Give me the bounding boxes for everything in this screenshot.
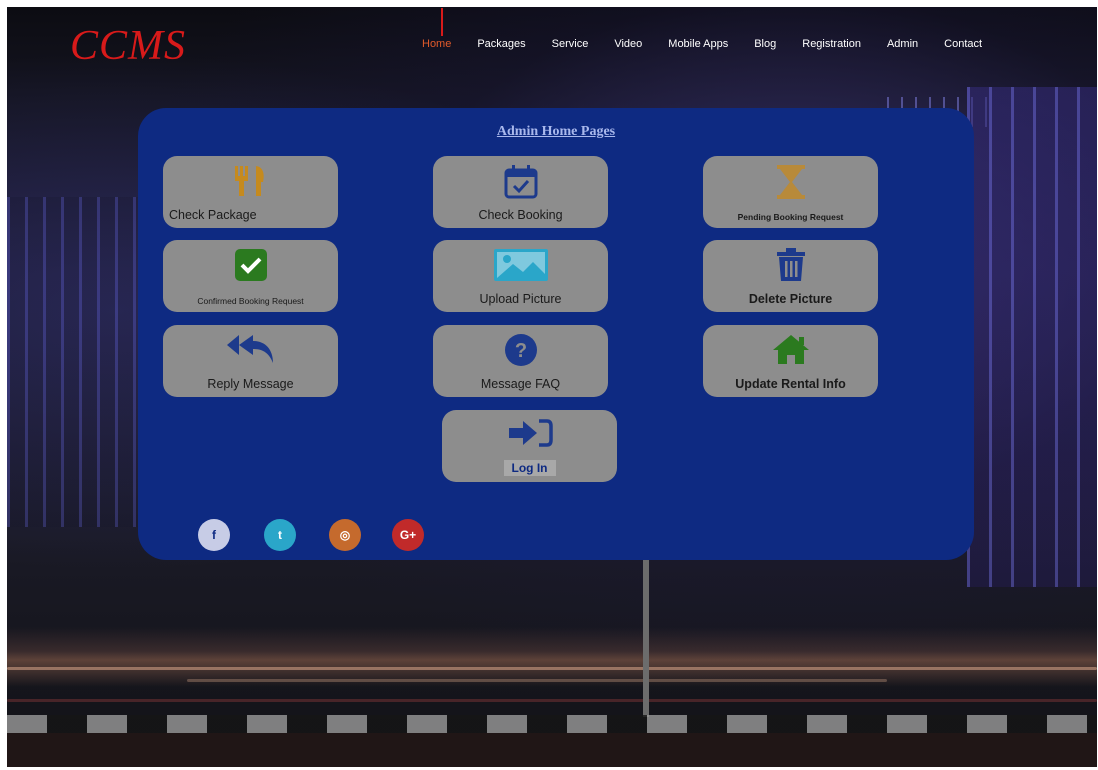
twitter-icon[interactable]: t: [264, 519, 296, 551]
street-lights: [7, 627, 1097, 687]
utensils-icon: [163, 164, 338, 198]
nav-registration[interactable]: Registration: [802, 38, 861, 50]
update-rental-info-button[interactable]: Update Rental Info: [703, 325, 878, 397]
nav-service[interactable]: Service: [552, 38, 589, 50]
trash-icon: [703, 248, 878, 282]
check-package-label: Check Package: [169, 208, 257, 222]
nav-packages[interactable]: Packages: [477, 38, 525, 50]
reply-all-icon: [163, 333, 338, 365]
question-circle-icon: ?: [433, 333, 608, 367]
check-square-icon: [163, 248, 338, 282]
curb: [7, 715, 1097, 733]
image-icon: [433, 248, 608, 282]
check-package-button[interactable]: Check Package: [163, 156, 338, 228]
nav-admin[interactable]: Admin: [887, 38, 918, 50]
road: [7, 733, 1097, 767]
pending-booking-request-label: Pending Booking Request: [737, 212, 844, 222]
svg-text:?: ?: [514, 340, 526, 362]
panel-title[interactable]: Admin Home Pages: [138, 124, 974, 140]
confirmed-booking-request-label: Confirmed Booking Request: [197, 296, 304, 306]
calendar-check-icon: [433, 164, 608, 200]
message-faq-button[interactable]: ? Message FAQ: [433, 325, 608, 397]
log-in-label: Log In: [503, 460, 556, 476]
reply-message-button[interactable]: Reply Message: [163, 325, 338, 397]
facebook-icon[interactable]: f: [198, 519, 230, 551]
check-booking-label: Check Booking: [478, 208, 563, 222]
nav-blog[interactable]: Blog: [754, 38, 776, 50]
building-left: [7, 197, 147, 527]
update-rental-info-label: Update Rental Info: [735, 377, 846, 391]
nav-home[interactable]: Home: [422, 38, 451, 50]
delete-picture-button[interactable]: Delete Picture: [703, 240, 878, 312]
upload-picture-button[interactable]: Upload Picture: [433, 240, 608, 312]
street-pole: [643, 547, 649, 717]
check-booking-button[interactable]: Check Booking: [433, 156, 608, 228]
log-in-button[interactable]: Log In: [442, 410, 617, 482]
light-streak: [7, 667, 1097, 670]
log-in-label-wrap: Log In: [442, 460, 617, 476]
main-nav: Home Packages Service Video Mobile Apps …: [422, 38, 1008, 50]
active-nav-marker: [441, 8, 443, 36]
pending-booking-request-button[interactable]: Pending Booking Request: [703, 156, 878, 228]
sign-in-icon: [442, 418, 617, 448]
admin-panel: Admin Home Pages Check Package Check Boo…: [138, 108, 974, 560]
upload-picture-label: Upload Picture: [479, 292, 562, 306]
home-icon: [703, 333, 878, 365]
message-faq-label: Message FAQ: [480, 377, 561, 391]
light-streak: [187, 679, 887, 682]
google-plus-icon[interactable]: G+: [392, 519, 424, 551]
nav-mobile-apps[interactable]: Mobile Apps: [668, 38, 728, 50]
hourglass-icon: [703, 164, 878, 200]
instagram-icon[interactable]: ◎: [329, 519, 361, 551]
nav-video[interactable]: Video: [614, 38, 642, 50]
building-right: [967, 87, 1097, 587]
confirmed-booking-request-button[interactable]: Confirmed Booking Request: [163, 240, 338, 312]
site-logo[interactable]: CCMS: [70, 22, 186, 70]
nav-contact[interactable]: Contact: [944, 38, 982, 50]
reply-message-label: Reply Message: [207, 377, 294, 391]
delete-picture-label: Delete Picture: [748, 292, 833, 306]
light-streak: [7, 699, 1097, 702]
